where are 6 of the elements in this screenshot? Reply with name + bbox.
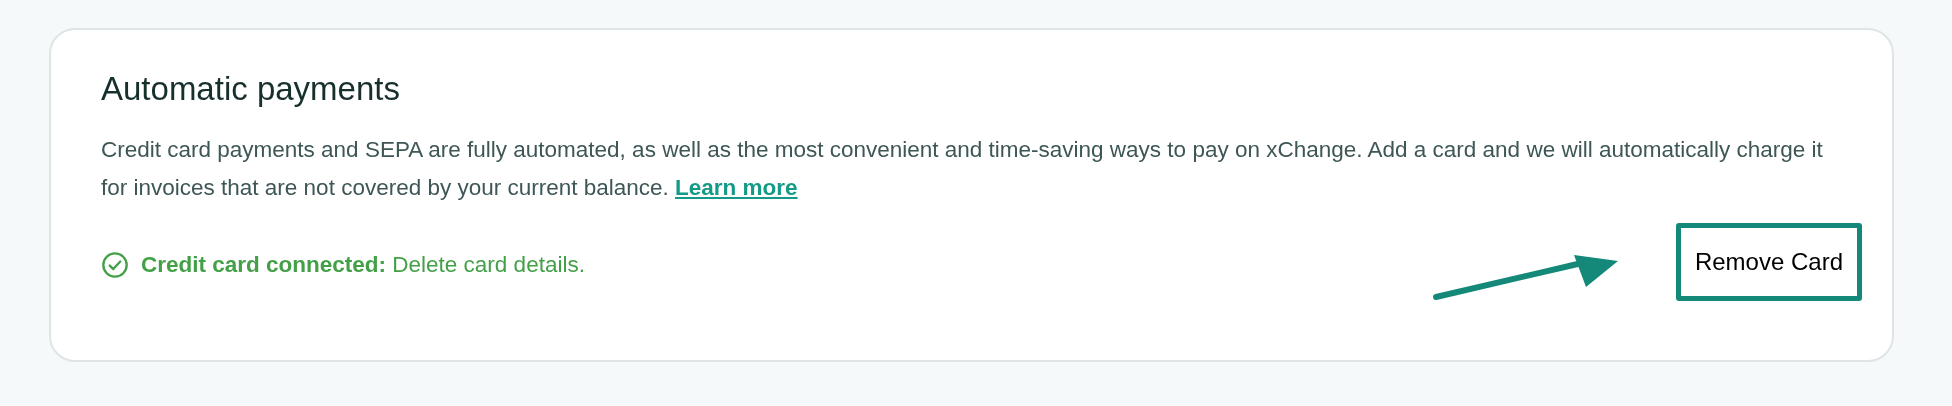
status-text: Credit card connected: Delete card details. [141, 251, 585, 278]
check-circle-icon [101, 250, 129, 279]
learn-more-link[interactable]: Learn more [675, 174, 798, 200]
remove-card-button[interactable]: Remove Card [1675, 222, 1862, 301]
description-text: Credit card payments and SEPA are fully automated, as well as the most convenient and time-saving ways to pay on xChange. Add a card and we will automatically charge it for invoices that are not covered by your current balance. Learn more [101, 135, 1824, 202]
section-title: Automatic payments [101, 69, 401, 109]
